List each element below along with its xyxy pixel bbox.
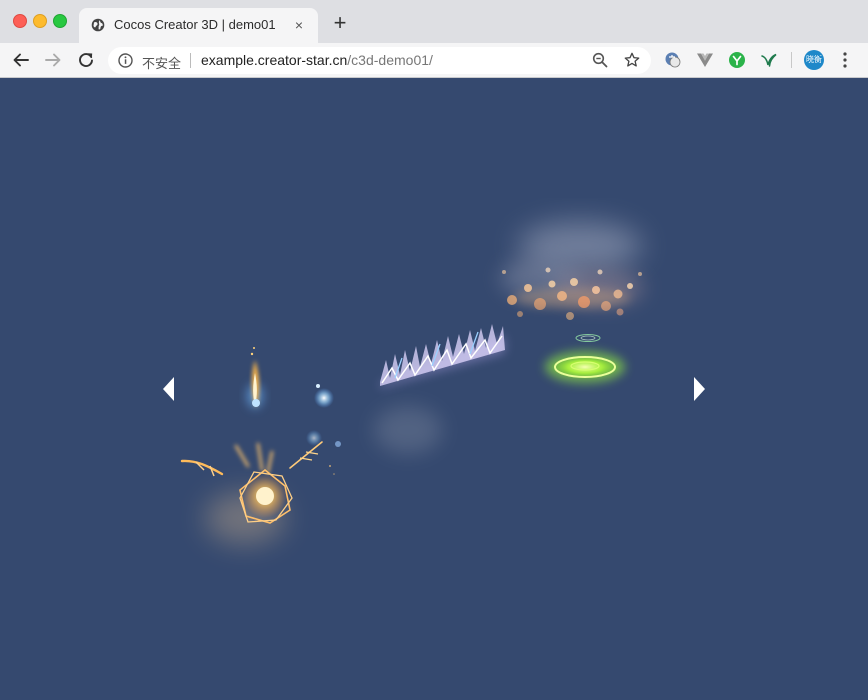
- maximize-window-button[interactable]: [53, 14, 67, 28]
- extension-green-y-icon[interactable]: [728, 51, 746, 69]
- menu-dots-icon[interactable]: [842, 51, 848, 69]
- address-bar[interactable]: 不安全 example.creator-star.cn/c3d-demo01/: [108, 47, 651, 74]
- back-arrow-icon[interactable]: [12, 51, 30, 69]
- extension-vue-devtools-icon[interactable]: [696, 51, 714, 69]
- url-text[interactable]: example.creator-star.cn/c3d-demo01/: [201, 52, 433, 68]
- reload-icon[interactable]: [77, 51, 95, 69]
- forward-arrow-icon[interactable]: [44, 51, 62, 69]
- flame-effect: [247, 347, 263, 408]
- url-path: /c3d-demo01/: [347, 52, 433, 68]
- blue-sparkle-effect: [306, 384, 341, 447]
- tab-title: Cocos Creator 3D | demo01: [114, 17, 276, 32]
- magic-circle-effect: [180, 441, 335, 544]
- arrow-left-icon[interactable]: [163, 377, 174, 401]
- url-host: example.creator-star.cn: [201, 52, 348, 68]
- ghost-smoke-effect: [374, 406, 442, 454]
- toolbar-divider: [791, 52, 792, 68]
- extension-bird-icon[interactable]: [760, 51, 778, 69]
- security-label[interactable]: 不安全: [142, 53, 181, 72]
- info-icon[interactable]: [118, 53, 133, 68]
- new-tab-button[interactable]: +: [330, 12, 350, 34]
- zoom-icon[interactable]: [592, 52, 608, 68]
- extension-translate-icon[interactable]: [664, 51, 682, 69]
- omnibox-divider: [190, 53, 191, 68]
- tab-strip: Cocos Creator 3D | demo01 × +: [0, 0, 868, 43]
- profile-avatar[interactable]: 晓衡: [804, 50, 824, 70]
- browser-tab[interactable]: Cocos Creator 3D | demo01 ×: [79, 8, 318, 43]
- globe-icon: [91, 18, 105, 32]
- green-ring-effect: [545, 334, 625, 383]
- bookmark-star-icon[interactable]: [624, 52, 640, 68]
- close-window-button[interactable]: [13, 14, 27, 28]
- arrow-right-icon[interactable]: [694, 377, 705, 401]
- lightning-wall-effect: [380, 324, 505, 388]
- minimize-window-button[interactable]: [33, 14, 47, 28]
- smoke-burst-effect: [500, 222, 644, 320]
- tab-close-button[interactable]: ×: [290, 16, 308, 34]
- game-canvas[interactable]: [0, 78, 868, 700]
